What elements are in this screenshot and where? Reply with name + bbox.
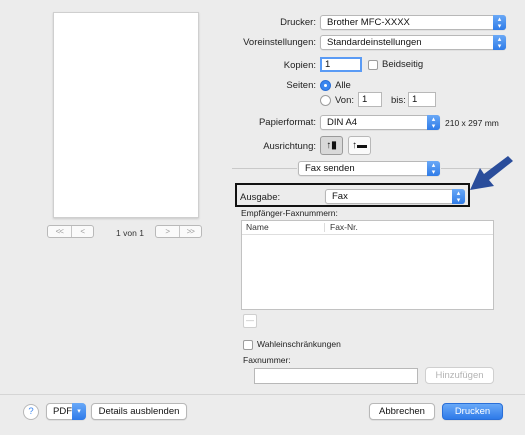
section-select[interactable]: Fax senden ▴ ▾ bbox=[298, 161, 440, 176]
first-page-button[interactable]: << bbox=[48, 226, 71, 237]
remove-recipient-button[interactable]: — bbox=[243, 314, 257, 328]
recipients-label: Empfänger-Faxnummern: bbox=[241, 208, 338, 218]
print-dialog: << < 1 von 1 > >> Drucker: Brother MFC-X… bbox=[0, 0, 525, 435]
presets-value: Standardeinstellungen bbox=[327, 37, 422, 48]
last-page-button[interactable]: >> bbox=[178, 226, 202, 237]
chevron-down-icon: ▾ bbox=[72, 403, 86, 420]
column-header-fax[interactable]: Fax-Nr. bbox=[326, 221, 486, 234]
pointer-arrow-icon bbox=[470, 156, 513, 190]
column-header-name[interactable]: Name bbox=[242, 221, 324, 234]
output-value: Fax bbox=[332, 191, 348, 202]
fax-number-input[interactable] bbox=[254, 368, 418, 384]
footer-divider bbox=[0, 394, 525, 395]
output-label: Ausgabe: bbox=[240, 192, 281, 203]
column-separator bbox=[324, 223, 325, 232]
dialing-restrictions-checkbox[interactable] bbox=[243, 340, 253, 350]
help-button[interactable]: ? bbox=[23, 404, 39, 420]
presets-label: Voreinstellungen: bbox=[243, 37, 316, 48]
header-divider bbox=[242, 234, 493, 235]
printer-select[interactable]: Brother MFC-XXXX ▴ ▾ bbox=[320, 15, 506, 30]
next-page-button[interactable]: > bbox=[156, 226, 179, 237]
up-down-chevrons-icon: ▴ ▾ bbox=[427, 161, 440, 176]
paper-select[interactable]: DIN A4 ▴ ▾ bbox=[320, 115, 440, 130]
pdf-menu-button[interactable]: PDF ▾ bbox=[46, 403, 86, 420]
add-number-button[interactable]: Hinzufügen bbox=[425, 367, 494, 384]
up-down-chevrons-icon: ▴ ▾ bbox=[493, 35, 506, 50]
page-count: 1 von 1 bbox=[116, 228, 144, 238]
portrait-icon: ↑▮ bbox=[326, 140, 337, 151]
recipients-table: Name Fax-Nr. bbox=[241, 220, 494, 310]
fax-number-label: Faxnummer: bbox=[243, 355, 291, 365]
pages-range-radio[interactable] bbox=[320, 95, 331, 106]
portrait-orientation-button[interactable]: ↑▮ bbox=[320, 136, 343, 155]
hide-details-button[interactable]: Details ausblenden bbox=[91, 403, 187, 420]
presets-select[interactable]: Standardeinstellungen ▴ ▾ bbox=[320, 35, 506, 50]
pages-to-input[interactable]: 1 bbox=[408, 92, 436, 107]
printer-label: Drucker: bbox=[280, 17, 316, 28]
output-select[interactable]: Fax ▴ ▾ bbox=[325, 189, 465, 204]
copies-label: Kopien: bbox=[283, 60, 316, 71]
up-down-chevrons-icon: ▴ ▾ bbox=[493, 15, 506, 30]
duplex-label: Beidseitig bbox=[382, 59, 424, 70]
paper-size-text: 210 x 297 mm bbox=[445, 118, 499, 128]
printer-value: Brother MFC-XXXX bbox=[327, 17, 410, 28]
pages-all-label: Alle bbox=[335, 80, 351, 91]
landscape-orientation-button[interactable]: ↑▬ bbox=[348, 136, 371, 155]
pages-all-radio[interactable] bbox=[320, 80, 331, 91]
section-value: Fax senden bbox=[305, 163, 355, 174]
duplex-checkbox[interactable] bbox=[368, 60, 378, 70]
landscape-icon: ↑▬ bbox=[352, 140, 367, 151]
dialing-restrictions-label: Wahleinschränkungen bbox=[257, 339, 341, 349]
paper-label: Papierformat: bbox=[258, 117, 316, 128]
pages-from-label: Von: bbox=[335, 95, 355, 106]
pages-to-label: bis: bbox=[391, 95, 406, 106]
pager-prev-group: << < bbox=[47, 225, 94, 238]
paper-value: DIN A4 bbox=[327, 117, 358, 128]
up-down-chevrons-icon: ▴ ▾ bbox=[427, 115, 440, 130]
pdf-label: PDF bbox=[53, 406, 72, 417]
previous-page-button[interactable]: < bbox=[70, 226, 94, 237]
print-button[interactable]: Drucken bbox=[442, 403, 503, 420]
pager-next-group: > >> bbox=[155, 225, 202, 238]
pages-label: Seiten: bbox=[286, 80, 316, 91]
copies-input[interactable]: 1 bbox=[320, 57, 362, 72]
orientation-label: Ausrichtung: bbox=[263, 141, 316, 152]
cancel-button[interactable]: Abbrechen bbox=[369, 403, 435, 420]
page-preview bbox=[53, 12, 199, 218]
section-divider-left bbox=[232, 168, 297, 169]
up-down-chevrons-icon: ▴ ▾ bbox=[452, 189, 465, 204]
pages-from-input[interactable]: 1 bbox=[358, 92, 382, 107]
